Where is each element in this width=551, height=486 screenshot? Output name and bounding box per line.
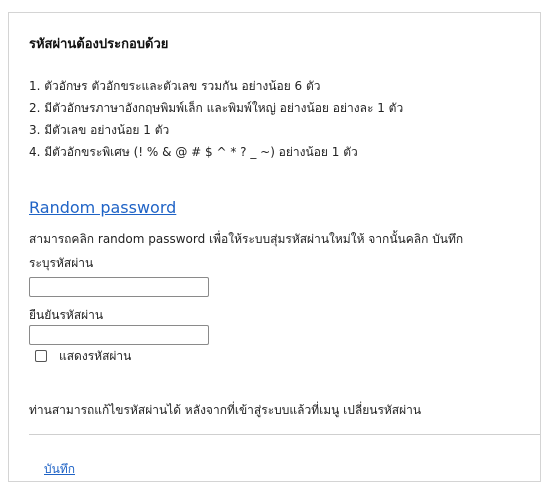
password-panel: รหัสผ่านต้องประกอบด้วย 1. ตัวอักษร ตัวอั… — [8, 12, 541, 482]
requirements-title: รหัสผ่านต้องประกอบด้วย — [29, 37, 169, 52]
confirm-password-input[interactable] — [29, 325, 209, 345]
requirement-item: 2. มีตัวอักษรภาษาอังกฤษพิมพ์เล็ก และพิมพ… — [29, 101, 404, 115]
show-password-row: แสดงรหัสผ่าน — [29, 346, 131, 366]
save-link[interactable]: บันทึก — [44, 460, 75, 479]
confirm-password-label: ยืนยันรหัสผ่าน — [29, 308, 104, 322]
requirement-item: 4. มีตัวอักขระพิเศษ (! % & @ # $ ^ * ? _… — [29, 145, 358, 159]
show-password-checkbox[interactable] — [35, 350, 47, 362]
random-password-link[interactable]: Random password — [29, 198, 176, 217]
password-label: ระบุรหัสผ่าน — [29, 256, 94, 270]
requirement-item: 1. ตัวอักษร ตัวอักขระและตัวเลข รวมกัน อย… — [29, 79, 321, 93]
password-input[interactable] — [29, 277, 209, 297]
requirements-list: 1. ตัวอักษร ตัวอักขระและตัวเลข รวมกัน อย… — [29, 75, 403, 163]
divider — [29, 434, 540, 435]
show-password-label: แสดงรหัสผ่าน — [59, 348, 132, 363]
requirement-item: 3. มีตัวเลข อย่างน้อย 1 ตัว — [29, 123, 170, 137]
random-password-description: สามารถคลิก random password เพื่อให้ระบบส… — [29, 232, 464, 246]
change-password-note: ท่านสามารถแก้ไขรหัสผ่านได้ หลังจากที่เข้… — [29, 403, 422, 417]
